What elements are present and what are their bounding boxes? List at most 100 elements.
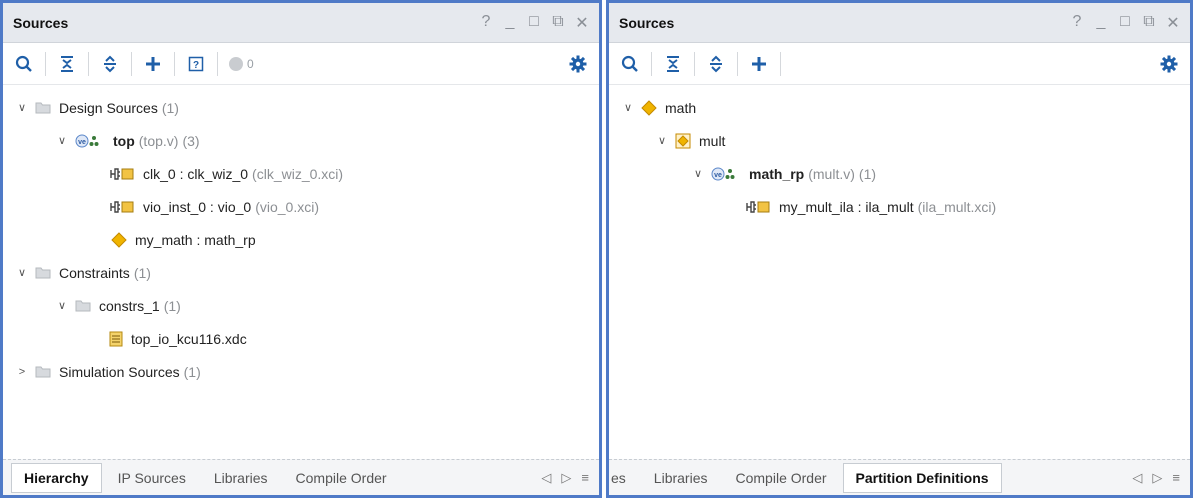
folder-icon (75, 300, 91, 312)
tab-ip-sources-clipped[interactable]: es (609, 464, 638, 492)
expand-all-icon (104, 55, 116, 72)
plus-icon (752, 56, 766, 71)
tab-scroll-right-icon[interactable]: ▷ (1152, 470, 1162, 486)
chevron-right-icon[interactable]: > (15, 366, 29, 378)
tree-count: (1) (161, 99, 179, 116)
search-button[interactable] (615, 49, 645, 79)
status-count: 0 (247, 56, 254, 71)
tree-label: Simulation Sources (59, 363, 180, 380)
chevron-down-icon[interactable]: ∨ (15, 101, 29, 114)
tree-label: clk_0 : clk_wiz_0 (143, 165, 249, 182)
toolbar-separator (780, 51, 781, 76)
tab-scroll-right-icon[interactable]: ▷ (561, 470, 571, 486)
add-sources-button[interactable] (744, 49, 774, 79)
close-icon[interactable]: ✕ (575, 13, 589, 33)
folder-icon (35, 102, 51, 114)
chevron-down-icon[interactable]: ∨ (55, 134, 69, 147)
tree-label: math (665, 99, 697, 116)
tree-count: (1) (858, 165, 877, 182)
partition-diamond-icon (111, 231, 127, 248)
tab-ip-sources[interactable]: IP Sources (106, 464, 198, 492)
chevron-down-icon[interactable]: ∨ (655, 134, 669, 147)
tree-row-clk[interactable]: clk_0 : clk_wiz_0 (clk_wiz_0.xci) (3, 157, 599, 190)
help-icon[interactable]: ? (479, 13, 493, 33)
ip-core-icon (745, 200, 771, 214)
tree-file: (clk_wiz_0.xci) (252, 165, 344, 182)
gear-icon (569, 55, 587, 72)
float-icon[interactable]: ⧉ (551, 13, 565, 33)
help-icon[interactable]: ? (1070, 13, 1084, 33)
properties-button[interactable]: ? (181, 49, 211, 79)
tree-row-math-rp[interactable]: ∨ ve math_rp (mult.v) (1) (609, 157, 1190, 190)
tree-row-xdc[interactable]: top_io_kcu116.xdc (3, 322, 599, 355)
tree-row-simulation-sources[interactable]: > Simulation Sources (1) (3, 355, 599, 388)
verilog-module-icon: ve (75, 134, 105, 148)
collapse-all-button[interactable] (52, 49, 82, 79)
svg-text:ve: ve (714, 172, 722, 179)
tab-libraries[interactable]: Libraries (642, 464, 720, 492)
float-icon[interactable]: ⧉ (1142, 13, 1156, 33)
expand-all-button[interactable] (701, 49, 731, 79)
question-box-icon: ? (188, 56, 204, 71)
tab-partition-definitions[interactable]: Partition Definitions (842, 462, 1002, 493)
tree-file: (vio_0.xci) (255, 198, 319, 215)
chevron-down-icon[interactable]: ∨ (621, 101, 635, 114)
tree-row-ila[interactable]: my_mult_ila : ila_mult (ila_mult.xci) (609, 190, 1190, 223)
chevron-down-icon[interactable]: ∨ (691, 167, 705, 180)
collapse-all-button[interactable] (658, 49, 688, 79)
xdc-file-icon (109, 331, 123, 347)
ip-core-icon (109, 167, 135, 181)
right-tab-bar: es Libraries Compile Order Partition Def… (609, 459, 1190, 495)
tab-navigation: ◁ ▷ ≡ (1132, 470, 1190, 486)
settings-button[interactable] (1154, 49, 1184, 79)
left-source-tree: ∨ Design Sources (1) ∨ ve top (top.v) (3… (3, 85, 599, 388)
tab-compile-order[interactable]: Compile Order (724, 464, 839, 492)
tree-row-constrs-1[interactable]: ∨ constrs_1 (1) (3, 289, 599, 322)
toolbar-separator (45, 51, 46, 76)
search-button[interactable] (9, 49, 39, 79)
settings-button[interactable] (563, 49, 593, 79)
close-icon[interactable]: ✕ (1166, 13, 1180, 33)
left-tab-bar: Hierarchy IP Sources Libraries Compile O… (3, 459, 599, 495)
toolbar-separator (174, 51, 175, 76)
plus-icon (146, 56, 160, 71)
tree-row-design-sources[interactable]: ∨ Design Sources (1) (3, 91, 599, 124)
tab-scroll-left-icon[interactable]: ◁ (541, 470, 551, 486)
tab-list-icon[interactable]: ≡ (581, 470, 589, 486)
tab-compile-order[interactable]: Compile Order (284, 464, 399, 492)
tree-label: mult (699, 132, 726, 149)
collapse-all-icon (61, 55, 73, 72)
folder-icon (35, 366, 51, 378)
tree-label: my_mult_ila : ila_mult (779, 198, 914, 215)
tree-label: Constraints (59, 264, 130, 281)
tree-label: vio_inst_0 : vio_0 (143, 198, 252, 215)
tree-row-top[interactable]: ∨ ve top (top.v) (3) (3, 124, 599, 157)
right-partition-tree: ∨ math ∨ mult ∨ ve math_rp (mult.v) (1) … (609, 85, 1190, 223)
add-sources-button[interactable] (138, 49, 168, 79)
status-indicator[interactable]: 0 (224, 49, 258, 79)
tree-row-constraints[interactable]: ∨ Constraints (1) (3, 256, 599, 289)
toolbar-separator (737, 51, 738, 76)
toolbar-separator (217, 51, 218, 76)
minimize-icon[interactable]: _ (1094, 13, 1108, 33)
tree-label: top_io_kcu116.xdc (131, 330, 247, 347)
ip-core-icon (109, 200, 135, 214)
chevron-down-icon[interactable]: ∨ (15, 266, 29, 279)
tab-navigation: ◁ ▷ ≡ (541, 470, 599, 486)
tree-row-math[interactable]: ∨ math (609, 91, 1190, 124)
tree-row-vio[interactable]: vio_inst_0 : vio_0 (vio_0.xci) (3, 190, 599, 223)
expand-all-button[interactable] (95, 49, 125, 79)
tab-list-icon[interactable]: ≡ (1172, 470, 1180, 486)
tree-row-mult[interactable]: ∨ mult (609, 124, 1190, 157)
chevron-down-icon[interactable]: ∨ (55, 299, 69, 312)
maximize-icon[interactable]: □ (527, 13, 541, 33)
tree-count: (3) (182, 132, 200, 149)
tree-row-my-math[interactable]: my_math : math_rp (3, 223, 599, 256)
left-toolbar: ? 0 (3, 43, 599, 85)
right-sources-panel: Sources ? _ □ ⧉ ✕ ∨ math ∨ mult ∨ ve mat… (606, 0, 1193, 498)
tab-scroll-left-icon[interactable]: ◁ (1132, 470, 1142, 486)
minimize-icon[interactable]: _ (503, 13, 517, 33)
tab-hierarchy[interactable]: Hierarchy (11, 462, 102, 493)
tab-libraries[interactable]: Libraries (202, 464, 280, 492)
maximize-icon[interactable]: □ (1118, 13, 1132, 33)
